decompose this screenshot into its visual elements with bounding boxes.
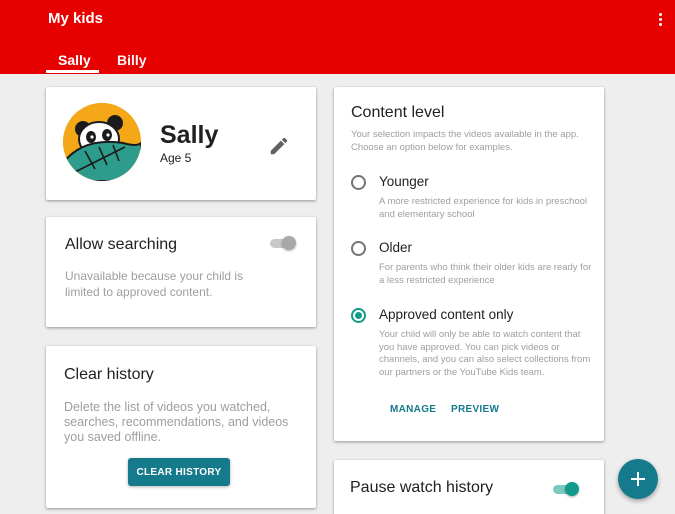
tab-indicator xyxy=(46,70,99,73)
clear-history-title: Clear history xyxy=(64,366,154,383)
app-bar: My kids Sally Billy xyxy=(0,0,675,74)
content-level-intro: Your selection impacts the videos availa… xyxy=(351,129,579,153)
pause-history-title: Pause watch history xyxy=(350,479,494,496)
option-older-label: Older xyxy=(379,240,413,255)
option-older-description: For parents who think their older kids a… xyxy=(379,262,592,286)
clear-history-card: Clear history Delete the list of videos … xyxy=(46,346,316,508)
more-vert-icon[interactable] xyxy=(652,10,668,28)
add-button[interactable] xyxy=(618,459,658,499)
panda-avatar-icon xyxy=(63,103,141,181)
radio-younger[interactable] xyxy=(351,175,366,190)
manage-button[interactable]: MANAGE xyxy=(390,404,436,415)
plus-icon xyxy=(631,472,645,486)
allow-searching-toggle[interactable] xyxy=(268,235,296,251)
app-title: My kids xyxy=(48,10,104,27)
radio-approved-content[interactable] xyxy=(351,308,366,323)
avatar xyxy=(63,103,141,181)
content-level-title: Content level xyxy=(351,104,445,121)
option-approved-description: Your child will only be able to watch co… xyxy=(379,329,591,378)
allow-searching-description: Unavailable because your child is limite… xyxy=(65,269,244,299)
allow-searching-card: Allow searching Unavailable because your… xyxy=(46,217,316,327)
pause-history-toggle[interactable] xyxy=(553,481,581,497)
pause-history-card: Pause watch history xyxy=(334,460,604,514)
content-level-card: Content level Your selection impacts the… xyxy=(334,87,604,441)
kid-name: Sally xyxy=(160,121,219,149)
radio-older[interactable] xyxy=(351,241,366,256)
kid-age: Age 5 xyxy=(160,151,192,165)
tab-sally[interactable]: Sally xyxy=(58,52,91,68)
option-approved-label: Approved content only xyxy=(379,307,514,322)
option-younger-description: A more restricted experience for kids in… xyxy=(379,196,588,220)
preview-button[interactable]: PREVIEW xyxy=(451,404,499,415)
profile-card: Sally Age 5 xyxy=(46,87,316,200)
clear-history-description: Delete the list of videos you watched, s… xyxy=(64,400,289,444)
allow-searching-title: Allow searching xyxy=(65,236,178,253)
pencil-icon[interactable] xyxy=(268,135,290,157)
tab-billy[interactable]: Billy xyxy=(117,52,147,68)
clear-history-button[interactable]: CLEAR HISTORY xyxy=(128,458,230,486)
option-younger-label: Younger xyxy=(379,174,429,189)
